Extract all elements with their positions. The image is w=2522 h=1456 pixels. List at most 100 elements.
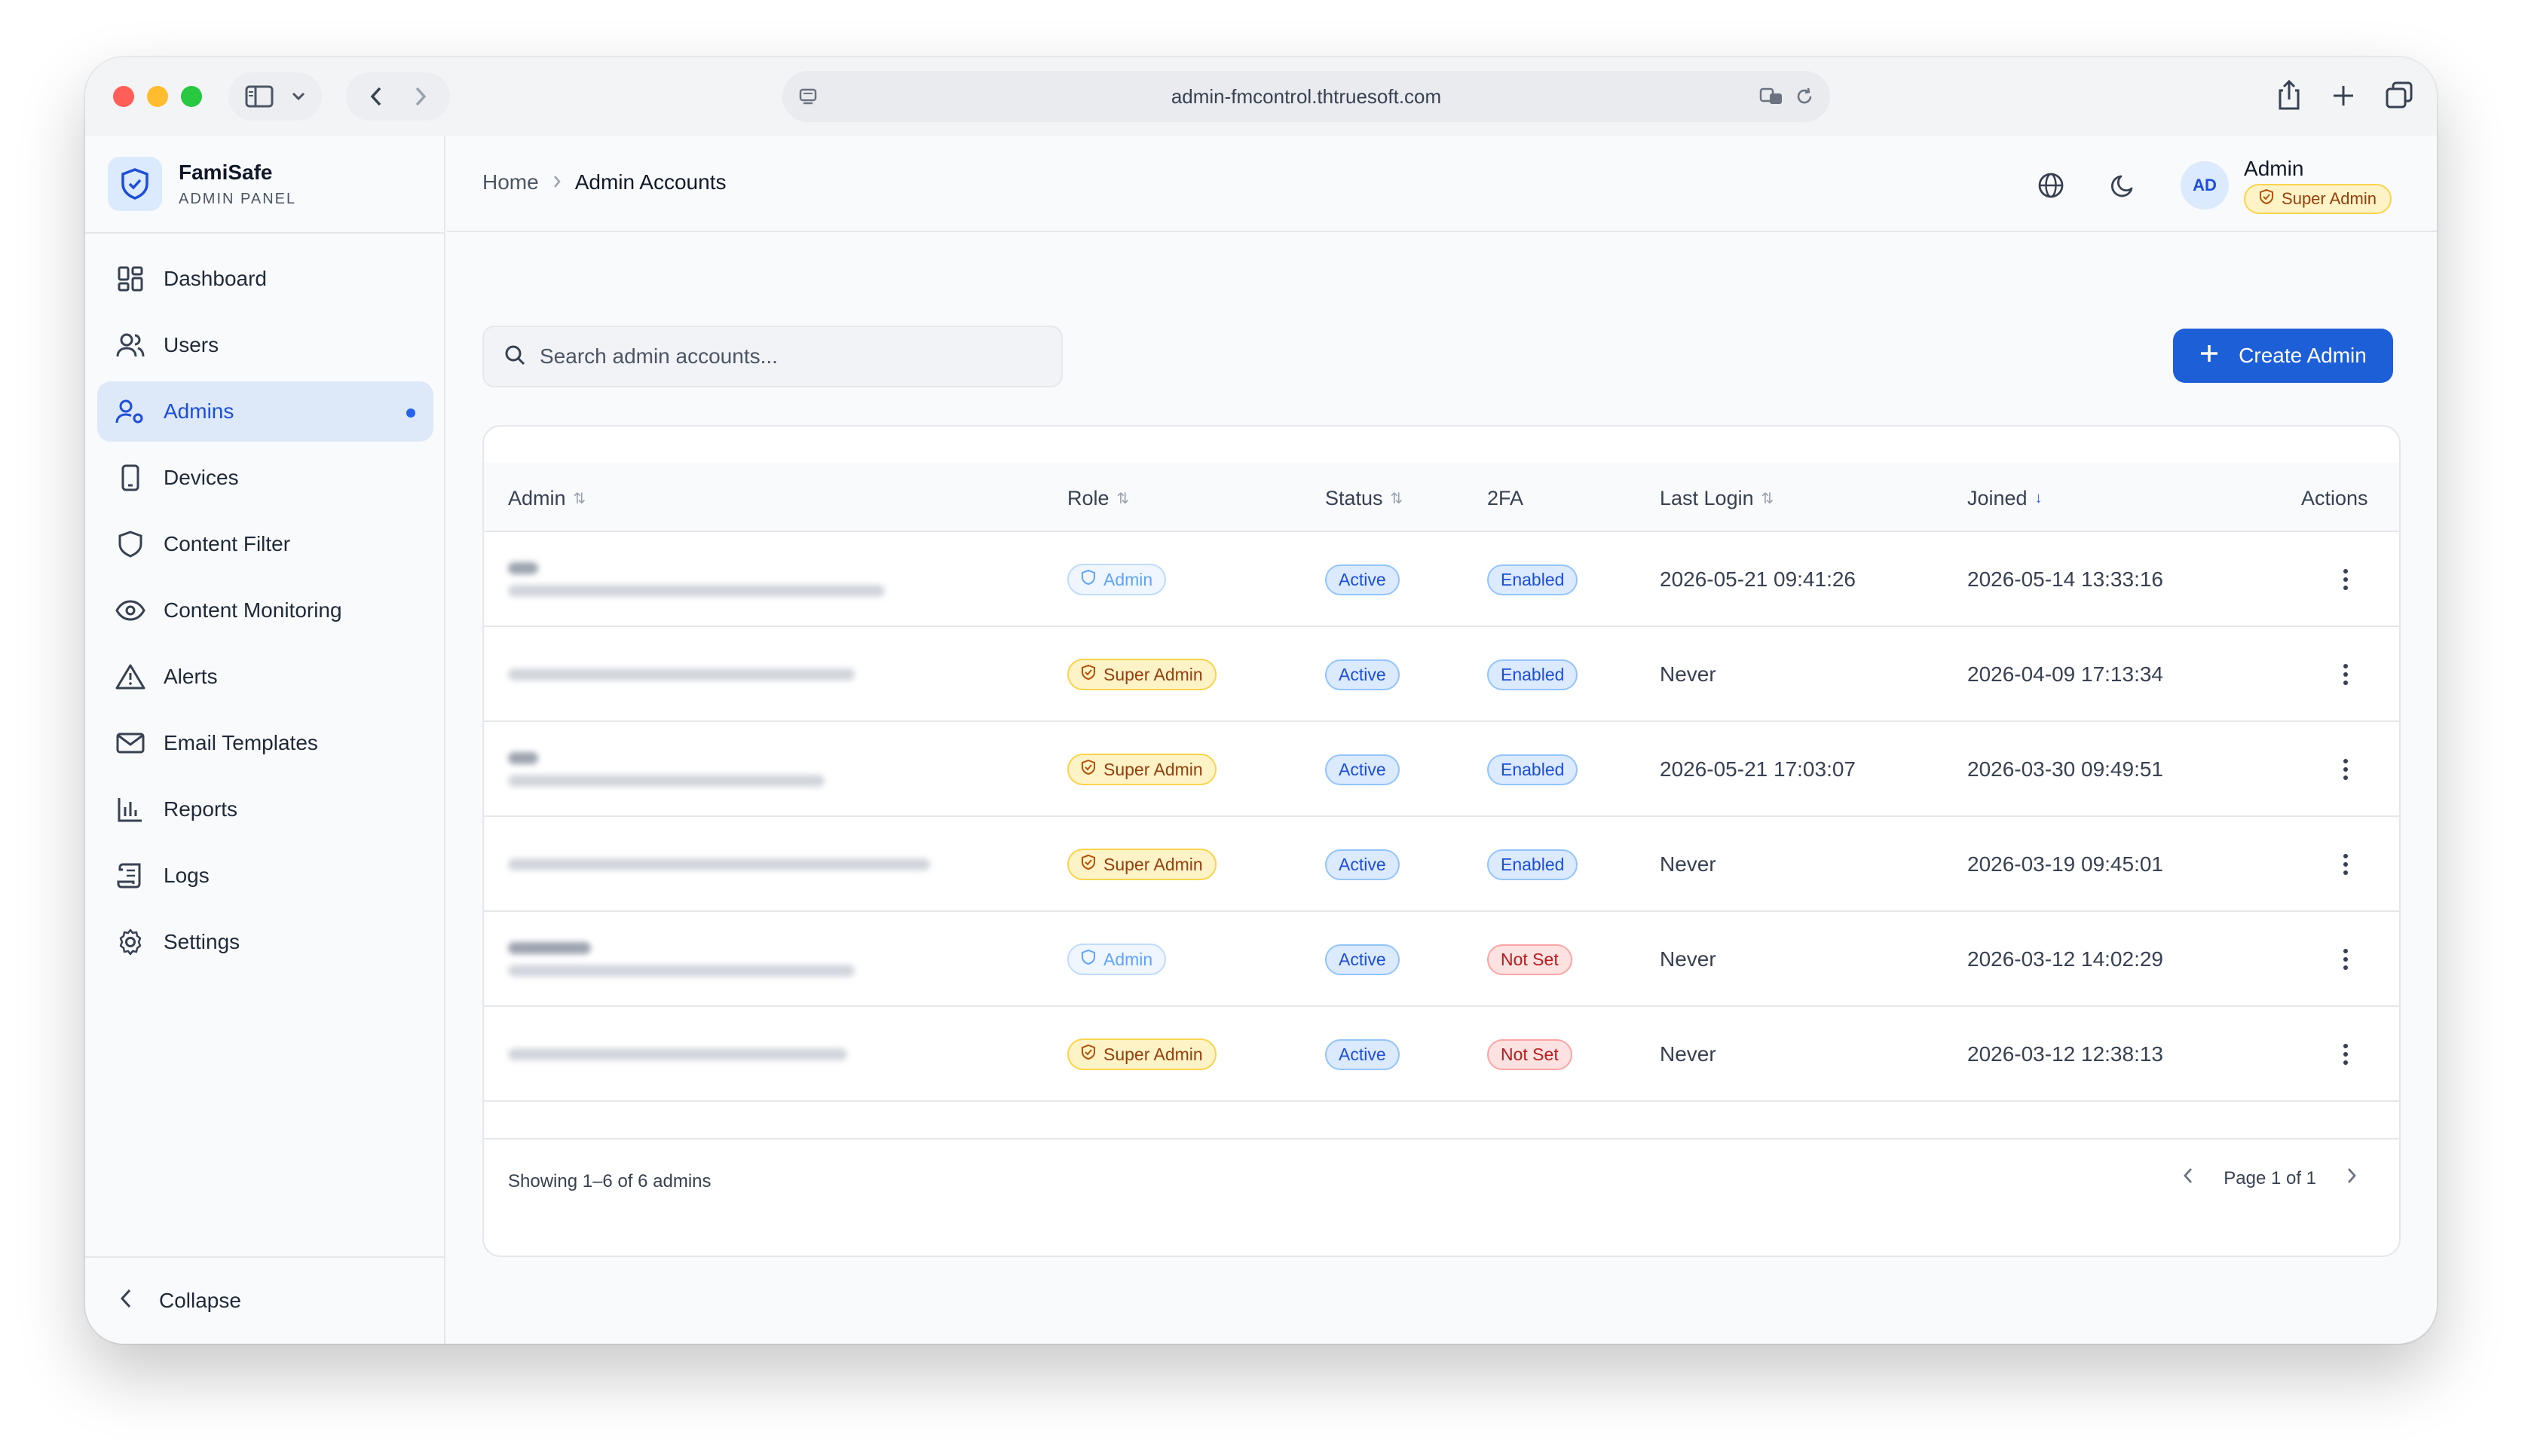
chevron-right-icon bbox=[552, 170, 562, 194]
chevron-left-icon bbox=[120, 1288, 132, 1314]
twofa-badge: Enabled bbox=[1487, 754, 1578, 785]
forward-arrow-icon[interactable] bbox=[413, 85, 428, 108]
sidebar-item-users[interactable]: Users bbox=[97, 315, 433, 375]
minimize-window-button[interactable] bbox=[147, 86, 168, 107]
avatar[interactable]: AD bbox=[2181, 161, 2230, 210]
table-row[interactable]: Super Admin Active Enabled Never 2026-03-19 … bbox=[484, 817, 2399, 912]
address-bar[interactable]: admin-fmcontrol.thtruesoft.com bbox=[782, 71, 1830, 122]
more-actions-icon[interactable] bbox=[2334, 569, 2357, 590]
sort-icon: ⇅ bbox=[1761, 491, 1774, 507]
redacted-admin-identity bbox=[508, 1048, 847, 1060]
sidebar-item-settings[interactable]: Settings bbox=[97, 912, 433, 972]
sidebar-item-reports[interactable]: Reports bbox=[97, 779, 433, 840]
breadcrumb-home[interactable]: Home bbox=[482, 170, 539, 194]
shield-icon bbox=[1081, 949, 1096, 970]
table-row[interactable]: Super Admin Active Enabled Never 2026-04-09 … bbox=[484, 627, 2399, 722]
back-arrow-icon[interactable] bbox=[369, 85, 384, 108]
dark-mode-moon-icon[interactable] bbox=[2101, 163, 2146, 208]
translate-icon[interactable] bbox=[1759, 86, 1783, 111]
user-name: Admin bbox=[2244, 157, 2304, 180]
redacted-text bbox=[508, 942, 591, 954]
new-tab-icon[interactable] bbox=[2330, 78, 2357, 115]
zoom-window-button[interactable] bbox=[181, 86, 202, 107]
column-header-status[interactable]: Status ⇅ bbox=[1325, 487, 1403, 510]
twofa-cell: Not Set bbox=[1487, 1007, 1572, 1102]
admin-cell bbox=[508, 912, 855, 1007]
share-icon[interactable] bbox=[2276, 78, 2303, 115]
breadcrumb-current: Admin Accounts bbox=[574, 170, 727, 194]
redacted-admin-identity bbox=[508, 562, 885, 597]
column-header-admin[interactable]: Admin ⇅ bbox=[508, 487, 586, 510]
sidebar-item-logs[interactable]: Logs bbox=[97, 846, 433, 906]
previous-page-icon[interactable] bbox=[2183, 1167, 2193, 1190]
more-actions-icon[interactable] bbox=[2334, 949, 2357, 970]
column-header-last-login[interactable]: Last Login ⇅ bbox=[1660, 487, 1774, 510]
column-header-joined[interactable]: Joined ↓ bbox=[1967, 487, 2043, 510]
column-label: Last Login bbox=[1660, 487, 1754, 509]
sidebar-item-label: Content Monitoring bbox=[164, 598, 342, 622]
column-header-role[interactable]: Role ⇅ bbox=[1067, 487, 1129, 510]
actions-cell bbox=[2334, 532, 2357, 627]
tab-overview-icon[interactable] bbox=[2384, 78, 2414, 115]
dashboard-icon bbox=[115, 264, 145, 294]
sidebar-item-label: Alerts bbox=[164, 665, 218, 688]
actions-cell bbox=[2334, 627, 2357, 722]
column-label: Joined bbox=[1967, 487, 2028, 509]
redacted-admin-identity bbox=[508, 942, 855, 977]
sidebar-item-dashboard[interactable]: Dashboard bbox=[97, 249, 433, 309]
next-page-icon[interactable] bbox=[2346, 1167, 2357, 1190]
column-label: Admin bbox=[508, 487, 566, 509]
collapse-button[interactable]: Collapse bbox=[85, 1256, 444, 1344]
page-settings-icon[interactable] bbox=[797, 86, 819, 111]
user-info[interactable]: Admin Super Admin bbox=[2244, 157, 2392, 214]
redacted-text bbox=[508, 562, 538, 574]
language-globe-icon[interactable] bbox=[2028, 163, 2074, 208]
more-actions-icon[interactable] bbox=[2334, 854, 2357, 875]
alert-triangle-icon bbox=[115, 662, 145, 692]
redacted-text bbox=[508, 585, 885, 597]
chevron-down-icon[interactable] bbox=[291, 91, 306, 102]
redacted-text bbox=[508, 858, 930, 870]
table-row[interactable]: Admin Active Enabled 2026-05-21 09:41:26 202… bbox=[484, 532, 2399, 627]
sidebar-item-content-monitoring[interactable]: Content Monitoring bbox=[97, 580, 433, 641]
table-row[interactable]: Super Admin Active Not Set Never 2026-03-12 … bbox=[484, 1007, 2399, 1102]
search-input[interactable] bbox=[540, 344, 1022, 369]
sidebar: FamiSafe ADMIN PANEL Dashboard Users Adm… bbox=[85, 136, 445, 1344]
shield-check-icon bbox=[1081, 664, 1096, 685]
sidebar-item-devices[interactable]: Devices bbox=[97, 448, 433, 508]
twofa-badge: Enabled bbox=[1487, 849, 1578, 880]
status-cell: Active bbox=[1325, 817, 1400, 912]
create-admin-button[interactable]: Create Admin bbox=[2173, 329, 2393, 383]
shield-check-icon bbox=[2259, 188, 2274, 210]
users-icon bbox=[115, 330, 145, 360]
role-cell: Super Admin bbox=[1067, 722, 1217, 817]
more-actions-icon[interactable] bbox=[2334, 759, 2357, 780]
actions-cell bbox=[2334, 817, 2357, 912]
status-cell: Active bbox=[1325, 627, 1400, 722]
brand[interactable]: FamiSafe ADMIN PANEL bbox=[108, 157, 296, 211]
sort-icon: ⇅ bbox=[1390, 491, 1403, 507]
table-row[interactable]: Admin Active Not Set Never 2026-03-12 14:02:… bbox=[484, 912, 2399, 1007]
column-label: 2FA bbox=[1487, 487, 1524, 509]
sidebar-item-email-templates[interactable]: Email Templates bbox=[97, 713, 433, 773]
sidebar-item-admins[interactable]: Admins bbox=[97, 381, 433, 442]
table-row[interactable]: Super Admin Active Enabled 2026-05-21 17:03… bbox=[484, 722, 2399, 817]
more-actions-icon[interactable] bbox=[2334, 664, 2357, 685]
column-header-actions: Actions bbox=[2301, 487, 2368, 510]
shield-icon bbox=[1081, 569, 1096, 590]
url-text: admin-fmcontrol.thtruesoft.com bbox=[1171, 84, 1442, 108]
sidebar-item-label: Content Filter bbox=[164, 532, 291, 555]
sidebar-item-content-filter[interactable]: Content Filter bbox=[97, 514, 433, 574]
admin-cell bbox=[508, 817, 930, 912]
role-cell: Super Admin bbox=[1067, 1007, 1217, 1102]
reload-icon[interactable] bbox=[1794, 86, 1815, 111]
sidebar-nav: Dashboard Users Admins Devices Content F… bbox=[97, 249, 433, 978]
role-badge: Super Admin bbox=[1067, 659, 1217, 690]
more-actions-icon[interactable] bbox=[2334, 1044, 2357, 1065]
sidebar-item-alerts[interactable]: Alerts bbox=[97, 647, 433, 707]
joined-cell: 2026-03-12 14:02:29 bbox=[1967, 947, 2163, 971]
page-indicator: Page 1 of 1 bbox=[2224, 1167, 2316, 1188]
redacted-text bbox=[508, 668, 855, 681]
close-window-button[interactable] bbox=[113, 86, 134, 107]
sidebar-toggle-icon[interactable] bbox=[245, 85, 274, 108]
